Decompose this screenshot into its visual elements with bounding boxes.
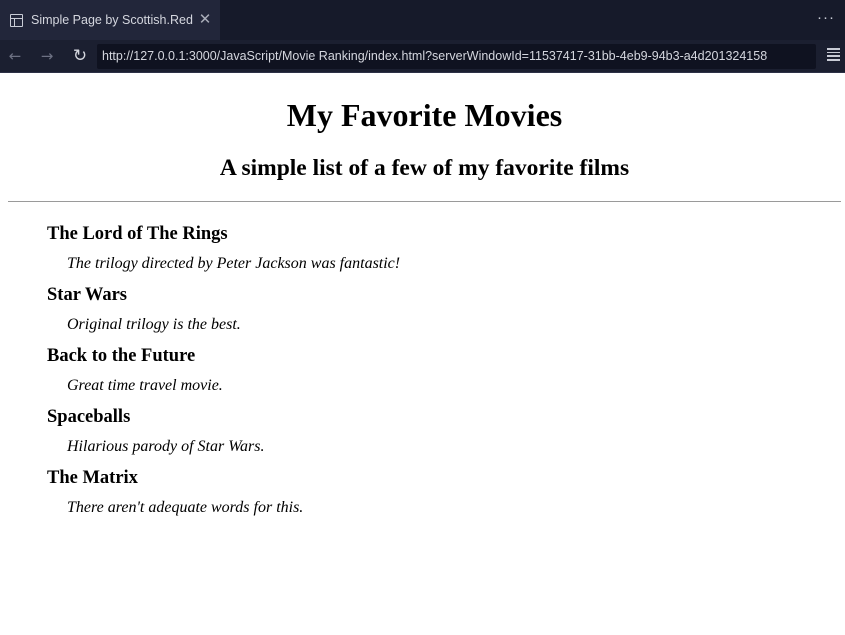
close-icon[interactable]: ✕ (198, 11, 212, 29)
url-input[interactable]: http://127.0.0.1:3000/JavaScript/Movie R… (97, 44, 816, 69)
menu-icon[interactable] (827, 48, 840, 61)
back-arrow-icon[interactable]: ← (5, 46, 25, 66)
movie-title: Back to the Future (47, 346, 196, 366)
movie-title: Spaceballs (47, 407, 131, 427)
movie-title: Star Wars (47, 285, 128, 305)
page-content: My Favorite Movies A simple list of a fe… (0, 74, 845, 635)
list-item: Spaceballs Hilarious parody of Star Wars… (47, 405, 747, 466)
page-preview-icon (10, 13, 23, 27)
page-title: My Favorite Movies (286, 97, 563, 133)
more-actions-icon[interactable]: ··· (817, 9, 835, 26)
movie-description: The trilogy directed by Peter Jackson wa… (67, 255, 401, 272)
list-item: The Matrix There aren't adequate words f… (47, 466, 747, 527)
tab-bar: Simple Page by Scottish.Red ✕ ··· (0, 0, 845, 40)
navigation-bar: ← → ↻ http://127.0.0.1:3000/JavaScript/M… (0, 40, 845, 73)
list-item: Back to the Future Great time travel mov… (47, 344, 747, 405)
movie-title: The Lord of The Rings (47, 224, 228, 244)
movie-description: There aren't adequate words for this. (67, 499, 304, 516)
forward-arrow-icon[interactable]: → (37, 46, 57, 66)
movie-list: The Lord of The Rings The trilogy direct… (47, 222, 747, 527)
movie-description: Original trilogy is the best. (67, 316, 241, 333)
reload-icon[interactable]: ↻ (70, 46, 90, 66)
divider (8, 201, 841, 202)
movie-title: The Matrix (47, 468, 138, 488)
page-subtitle: A simple list of a few of my favorite fi… (219, 155, 630, 181)
list-item: The Lord of The Rings The trilogy direct… (47, 222, 747, 283)
tab-title: Simple Page by Scottish.Red (31, 13, 193, 27)
list-item: Star Wars Original trilogy is the best. (47, 283, 747, 344)
movie-description: Great time travel movie. (67, 377, 223, 394)
movie-description: Hilarious parody of Star Wars. (67, 438, 265, 455)
tab-active[interactable]: Simple Page by Scottish.Red ✕ (0, 0, 220, 40)
